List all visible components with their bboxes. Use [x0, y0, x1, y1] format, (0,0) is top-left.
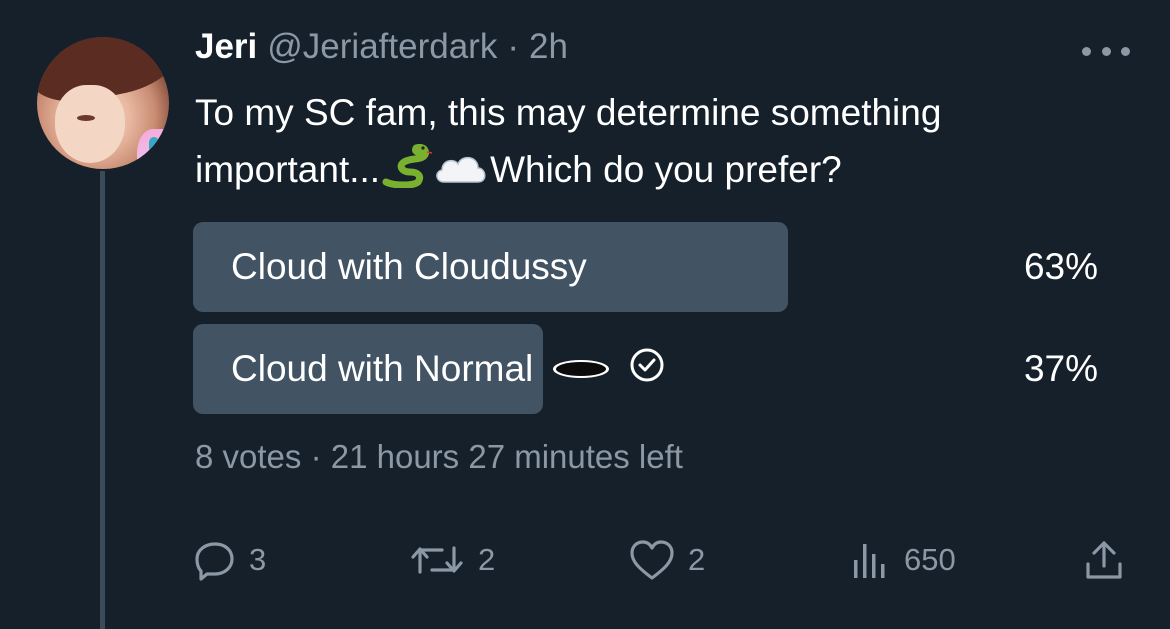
avatar[interactable]	[37, 37, 169, 169]
retweet-count: 2	[478, 542, 496, 577]
poll-option-1-label-wrap: Cloud with Cloudussy	[231, 222, 587, 312]
poll-meta: 8 votes · 21 hours 27 minutes left	[195, 438, 683, 476]
tweet-header: Jeri @Jeriafterdark · 2h	[195, 27, 568, 77]
tweet-text-line2-start: important...	[195, 149, 381, 190]
author-handle[interactable]: @Jeriafterdark	[267, 27, 497, 67]
views-button[interactable]: 650	[848, 530, 956, 590]
heart-icon	[628, 538, 676, 582]
like-count: 2	[688, 542, 706, 577]
more-options-icon[interactable]	[1082, 44, 1130, 58]
tweet-text-line2-end: Which do you prefer?	[490, 149, 842, 190]
share-button[interactable]	[1082, 530, 1126, 590]
header-separator: ·	[507, 27, 519, 66]
reply-count: 3	[249, 542, 267, 577]
tweet-text-line1: To my SC fam, this may determine somethi…	[195, 92, 942, 133]
cloud-emoji-icon	[432, 147, 490, 204]
poll-option-2-percent: 37%	[1023, 348, 1098, 389]
poll-time-left: 21 hours 27 minutes left	[330, 438, 683, 475]
poll-option-1[interactable]: Cloud with Cloudussy 63%	[193, 222, 1108, 312]
poll-option-2-label-wrap: Cloud with Normal	[231, 324, 665, 414]
poll-option-2-label: Cloud with Normal	[231, 348, 534, 389]
tweet: Jeri @Jeriafterdark · 2h To my SC fam, t…	[0, 0, 1170, 629]
like-button[interactable]: 2	[628, 530, 705, 590]
poll-option-2[interactable]: Cloud with Normal 37%	[193, 324, 1108, 414]
retweet-icon	[408, 538, 466, 582]
hole-emoji-icon	[551, 348, 611, 390]
tweet-time[interactable]: 2h	[529, 27, 568, 67]
views-count: 650	[904, 542, 956, 577]
views-chart-icon	[848, 538, 892, 582]
poll-votes: 8 votes	[195, 438, 302, 475]
tweet-text: To my SC fam, this may determine somethi…	[195, 84, 1145, 204]
poll-option-1-label: Cloud with Cloudussy	[231, 246, 587, 287]
author-name[interactable]: Jeri	[195, 27, 257, 67]
action-bar: 3 2 2 650	[0, 530, 1170, 590]
share-icon	[1082, 538, 1126, 582]
retweet-button[interactable]: 2	[408, 530, 495, 590]
reply-icon	[193, 538, 237, 582]
tweet-text-line2: important... Which do you prefer?	[195, 141, 1145, 204]
selected-check-icon	[629, 347, 665, 392]
snake-emoji-icon	[380, 142, 433, 204]
poll-option-1-percent: 63%	[1023, 246, 1098, 287]
poll-meta-separator: ·	[310, 438, 322, 475]
reply-button[interactable]: 3	[193, 530, 266, 590]
